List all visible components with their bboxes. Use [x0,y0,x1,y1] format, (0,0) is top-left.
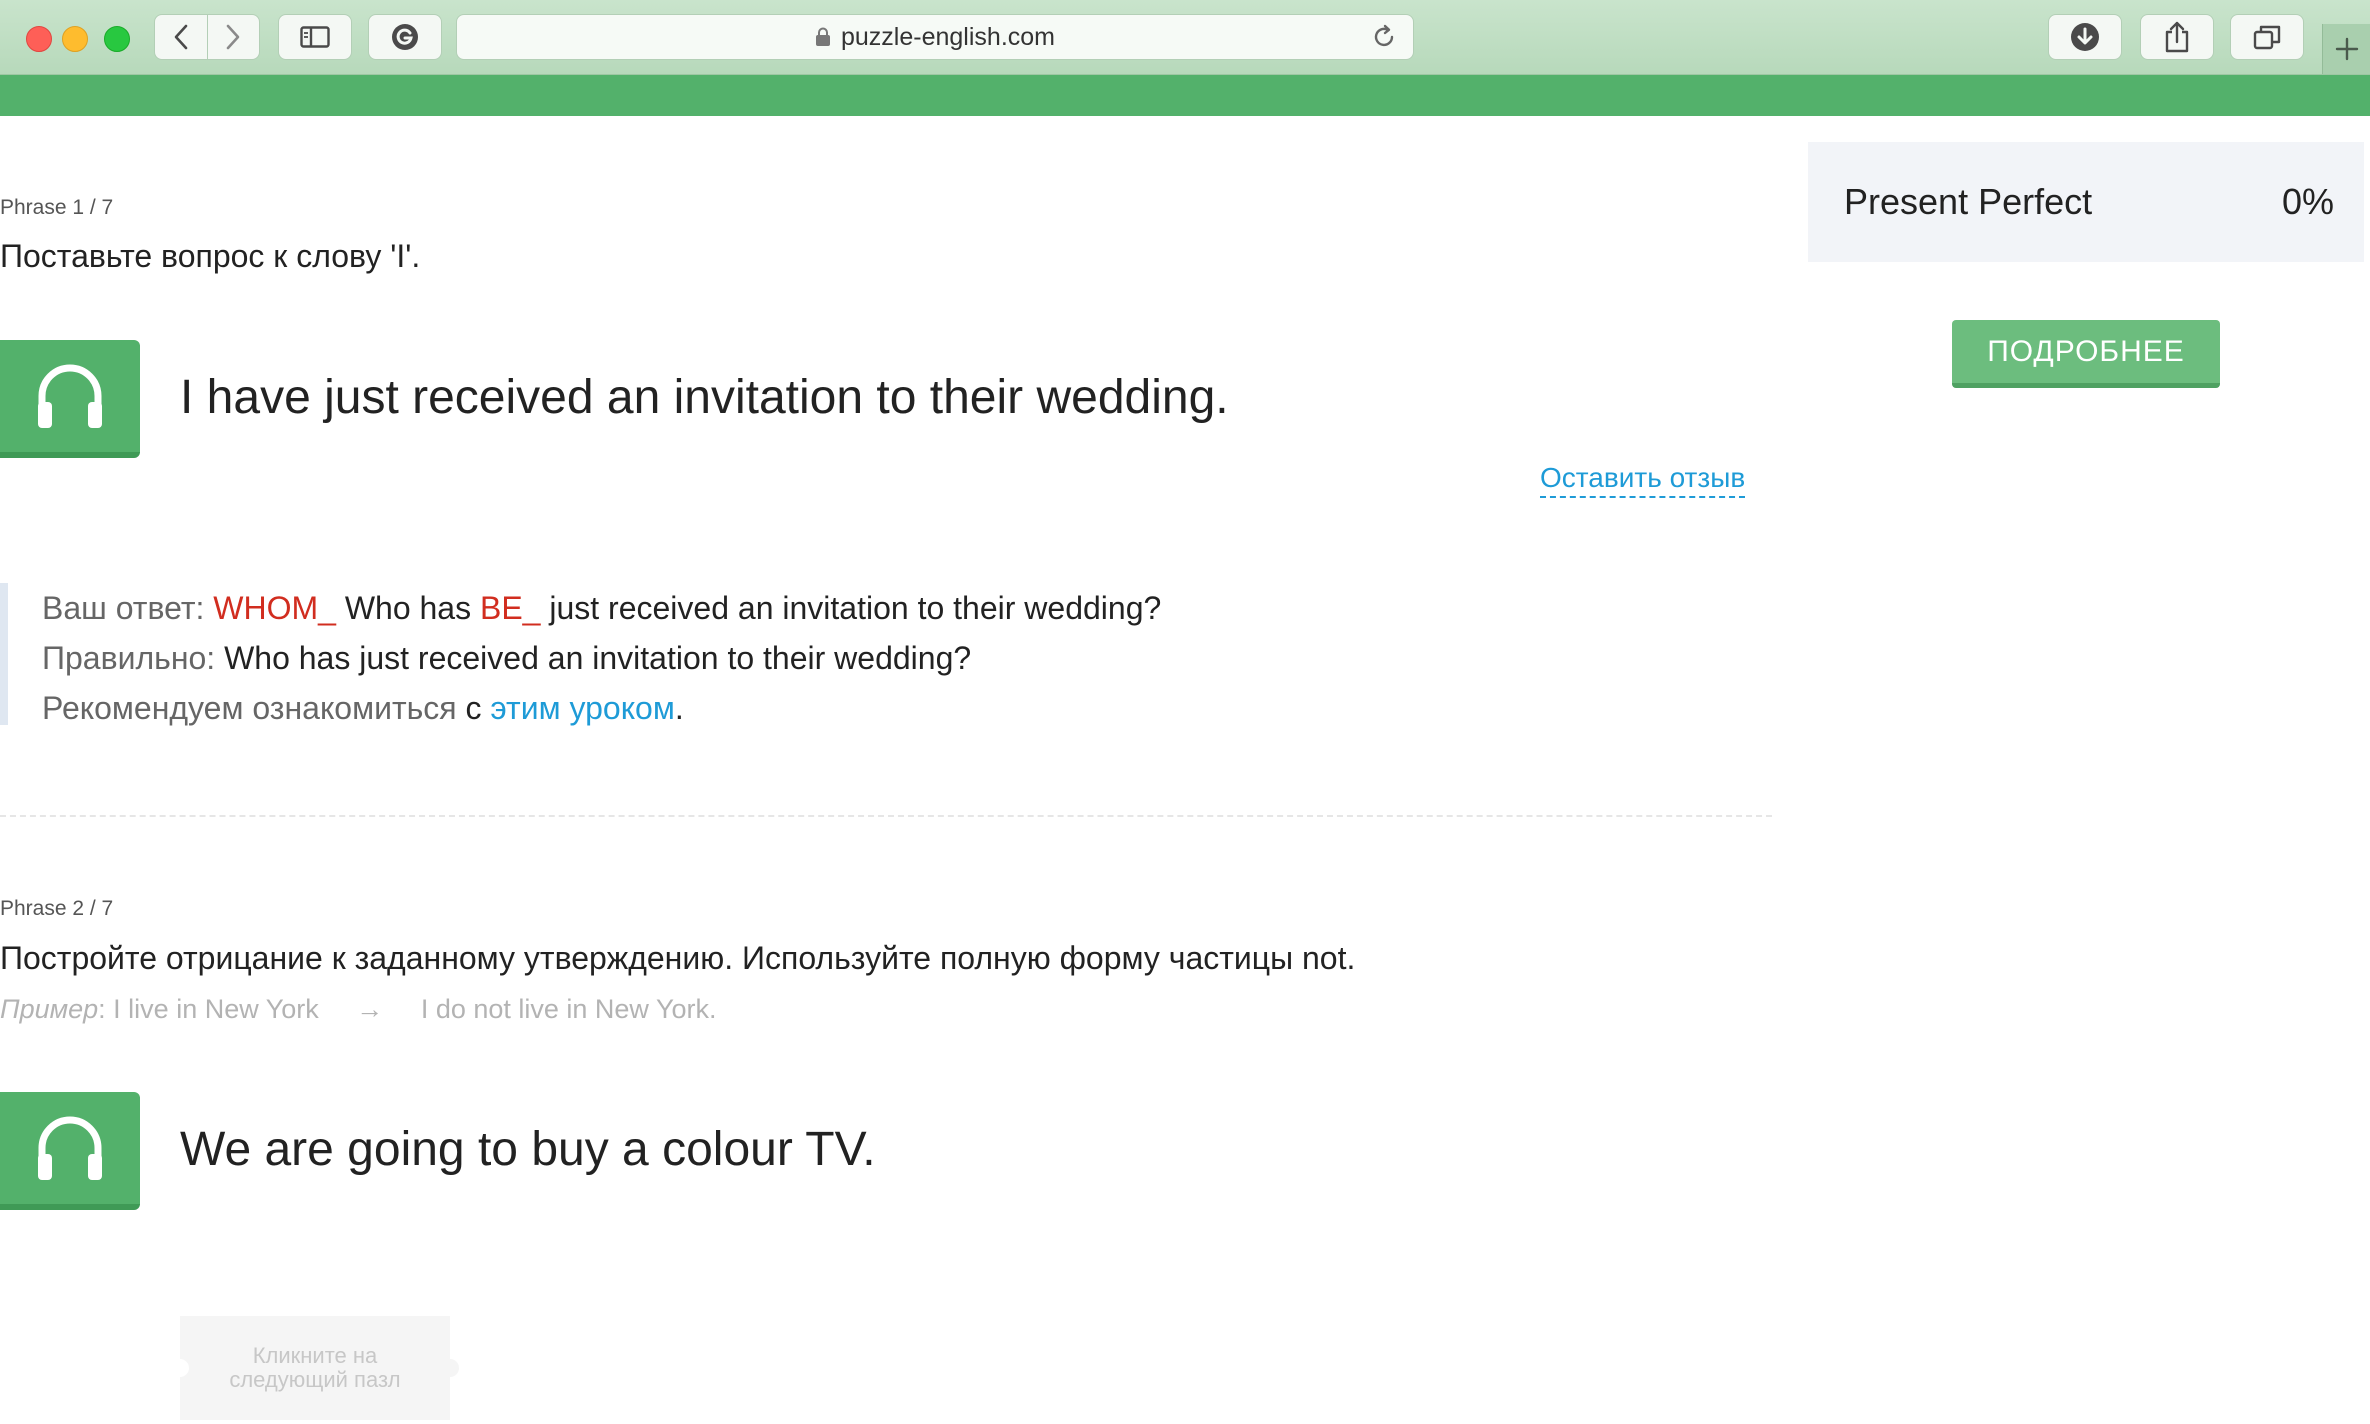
sidebar-icon [300,26,330,48]
recommend-text: Рекомендуем ознакомиться [42,690,457,726]
share-icon [2165,21,2189,53]
back-icon [174,24,188,50]
headphones-icon [38,1116,102,1180]
close-window-button[interactable] [26,26,52,52]
downloads-button[interactable] [2048,14,2122,60]
plus-icon [2335,37,2359,61]
correct-answer-row: Правильно: Who has just received an invi… [42,633,1300,683]
puzzle-hint-text: Кликните на следующий пазл [229,1343,401,1392]
phrase-counter: Phrase 2 / 7 [0,897,114,920]
puzzle-knob [441,1359,459,1377]
user-answer-row: Ваш ответ: WHOM_ Who has BE_ just receiv… [42,583,1300,633]
tab-overview-button[interactable] [2230,14,2304,60]
listen-button[interactable] [0,1092,140,1210]
more-details-button[interactable]: ПОДРОБНЕЕ [1952,320,2220,388]
correct-label: Правильно: [42,640,216,676]
task-instruction: Поставьте вопрос к слову 'I'. [0,238,421,274]
arrow-icon: → [356,994,384,1024]
task-instruction: Постройте отрицание к заданному утвержде… [0,940,1356,976]
puzzle-knob [171,1359,189,1377]
wrong-word: WHOM_ [213,590,336,626]
site-header-bar [0,75,2370,116]
headphones-icon [38,364,102,428]
url-text: puzzle-english.com [841,22,1055,51]
puzzle-piece[interactable]: Кликните на следующий пазл [171,1316,459,1420]
back-button[interactable] [155,15,207,59]
topic-progress-card: Present Perfect 0% [1808,142,2364,262]
correct-text: Who has just received an invitation to t… [224,640,972,676]
answer-text: just received an invitation to their wed… [549,590,1162,626]
example-colon: : [98,994,106,1024]
forward-button[interactable] [206,15,260,59]
lock-icon [816,27,830,46]
address-bar[interactable]: puzzle-english.com [456,14,1414,60]
listen-button[interactable] [0,340,140,458]
answer-text: Who has [344,590,472,626]
reload-icon[interactable] [1371,24,1397,50]
user-answer-label: Ваш ответ: [42,590,205,626]
topic-progress: 0% [2281,181,2334,222]
exercise-sentence: We are going to buy a colour TV. [180,1123,876,1176]
example-line: Пример: I live in New York → I do not li… [0,994,716,1025]
phrase-counter: Phrase 1 / 7 [0,196,114,219]
maximize-window-button[interactable] [104,26,130,52]
example-label: Пример [0,994,99,1024]
browser-toolbar: puzzle-english.com [0,0,2370,75]
lesson-link[interactable]: этим уроком [490,690,674,726]
leave-feedback-link[interactable]: Оставить отзыв [1540,462,1746,498]
recommendation-row: Рекомендуем ознакомиться с этим уроком. [42,683,1300,733]
grammarly-icon [392,24,418,50]
grammarly-extension-button[interactable] [368,14,442,60]
example-result: I do not live in New York. [420,994,717,1024]
history-nav [154,14,260,60]
minimize-window-button[interactable] [62,26,88,52]
tabs-icon [2253,25,2281,50]
answer-review: Ваш ответ: WHOM_ Who has BE_ just receiv… [0,583,1300,726]
example-source: I live in New York [113,994,319,1024]
recommend-suffix: . [674,690,684,726]
wrong-word: BE_ [479,590,541,626]
exercise-sentence: I have just received an invitation to th… [180,371,1229,424]
download-icon [2071,23,2099,51]
recommend-with: с [465,690,482,726]
sidebar-toggle-button[interactable] [278,14,352,60]
topic-title: Present Perfect [1844,181,2093,222]
share-button[interactable] [2140,14,2214,60]
forward-icon [226,24,240,50]
new-tab-button[interactable] [2322,24,2370,74]
phrase-divider [0,815,1772,817]
